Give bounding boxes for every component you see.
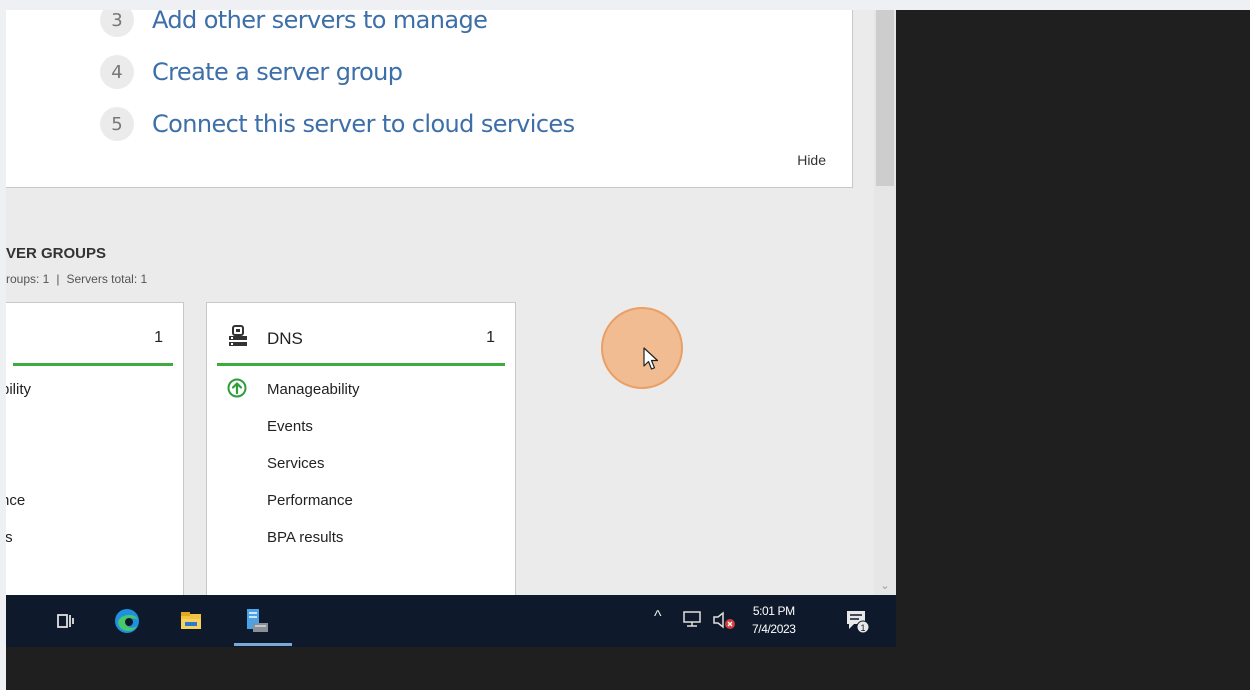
scrollbar-thumb[interactable] [876,10,894,186]
system-clock[interactable]: 5:01 PM 7/4/2023 [752,602,796,638]
network-icon[interactable] [682,610,702,628]
step-create-group[interactable]: 4 Create a server group [100,55,403,89]
tile-header[interactable]: DNS 1 [207,325,515,353]
taskbar: ^ 5:01 PM 7/4/2023 1 [6,595,896,647]
step-connect-cloud[interactable]: 5 Connect this server to cloud services [100,107,575,141]
hide-link[interactable]: Hide [797,152,826,168]
tile-status-bar [13,363,173,366]
tile-row-events[interactable]: Events [267,418,313,435]
scroll-down-arrow-icon[interactable]: ⌄ [878,579,892,593]
mouse-pointer-icon [643,347,659,370]
tile-row-bpa-results[interactable]: BPA results [267,529,343,546]
step-number: 3 [100,10,134,37]
server-manager-dashboard: 3 Add other servers to manage 4 Create a… [6,10,896,595]
server-groups-title: VER GROUPS [6,245,107,262]
step-add-servers[interactable]: 3 Add other servers to manage [100,10,488,37]
tile-row-services[interactable]: Services [267,455,325,472]
step-number: 5 [100,107,134,141]
dns-server-icon [229,325,247,346]
active-app-indicator [234,643,292,646]
create-server-group-link[interactable]: Create a server group [152,58,403,86]
volume-muted-icon[interactable] [712,610,736,630]
clock-time: 5:01 PM [752,604,795,618]
file-explorer-icon[interactable] [176,606,206,636]
separator: | [56,272,60,286]
clock-date: 7/4/2023 [752,622,796,636]
tile-row-performance[interactable]: Performance [267,492,353,509]
tile-header[interactable]: 1 [6,325,183,353]
tile-row-bpa-results[interactable]: ts [6,529,13,546]
vertical-scrollbar[interactable]: ⌄ [874,10,896,595]
tile-name: DNS [267,329,303,348]
tile-row-performance[interactable]: nce [6,492,25,509]
groups-count: roups: 1 [6,272,50,286]
tile-server-count: 1 [154,329,163,346]
tile-row-manageability[interactable]: Manageability [267,381,360,398]
welcome-tile: 3 Add other servers to manage 4 Create a… [6,10,853,188]
task-view-icon[interactable] [50,606,80,636]
notification-count: 1 [860,623,865,633]
tile-row-manageability[interactable]: bility [6,381,31,398]
step-number: 4 [100,55,134,89]
server-group-tile-dns[interactable]: DNS 1 Manageability Events Services Perf… [206,302,516,595]
server-manager-icon[interactable] [242,606,272,636]
action-center-icon[interactable]: 1 [844,608,870,634]
add-servers-link[interactable]: Add other servers to manage [152,10,488,34]
tile-status-bar [217,363,505,366]
tile-server-count: 1 [486,329,495,346]
status-ok-icon [227,378,247,398]
servers-total: Servers total: 1 [66,272,148,286]
show-hidden-icons-caret[interactable]: ^ [654,608,662,626]
edge-icon[interactable] [112,606,142,636]
server-groups-summary: roups: 1 | Servers total: 1 [6,272,147,286]
connect-cloud-services-link[interactable]: Connect this server to cloud services [152,110,575,138]
server-group-tile-partial[interactable]: 1 bility nce ts [6,302,184,595]
